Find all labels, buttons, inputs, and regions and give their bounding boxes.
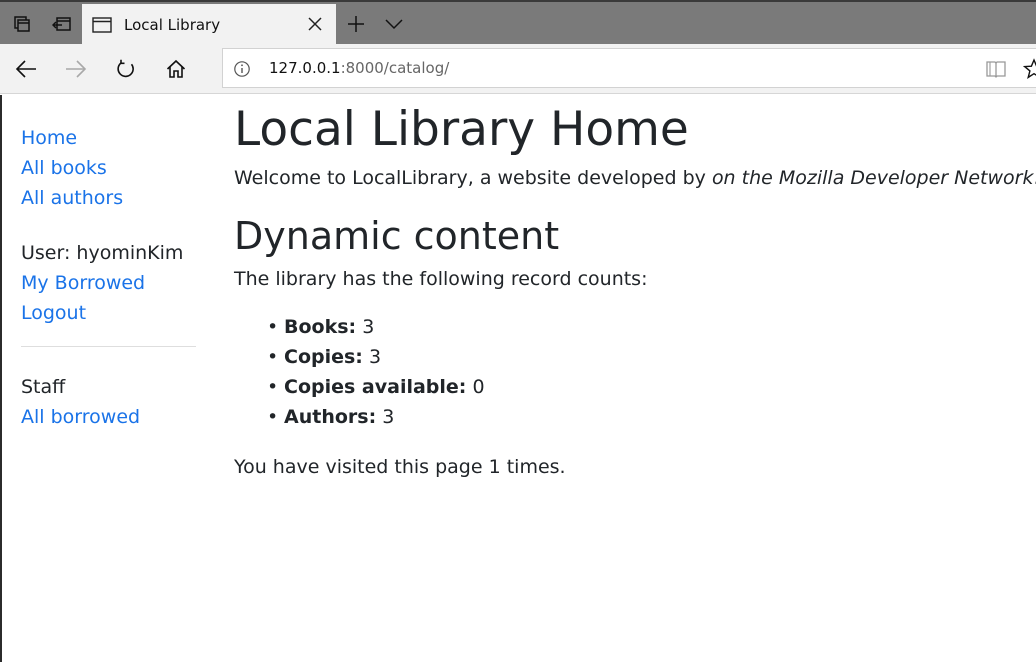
main-content: Local Library Home Welcome to LocalLibra…: [234, 95, 1036, 482]
list-item: • Authors: 3: [267, 402, 1034, 432]
staff-label: Staff: [21, 376, 66, 398]
chevron-down-icon[interactable]: [378, 4, 410, 44]
sidebar-link-my-borrowed[interactable]: My Borrowed: [21, 268, 197, 298]
visit-count-text: You have visited this page 1 times.: [234, 456, 566, 478]
window-border: [0, 95, 2, 662]
sidebar-link-all-borrowed[interactable]: All borrowed: [21, 402, 197, 432]
tab-title: Local Library: [124, 16, 221, 34]
bullet: •: [267, 346, 279, 368]
sidebar-divider: [21, 346, 196, 347]
count-value: 3: [382, 406, 395, 428]
count-label: Books:: [284, 316, 357, 338]
count-label: Authors:: [284, 406, 377, 428]
welcome-prefix: Welcome to LocalLibrary, a website devel…: [234, 167, 712, 189]
user-label: User: hyominKim: [21, 242, 184, 264]
bullet: •: [267, 376, 279, 398]
page-icon: [92, 17, 112, 33]
bullet: •: [267, 316, 279, 338]
list-item: • Books: 3: [267, 312, 1034, 342]
sidebar-link-all-books[interactable]: All books: [21, 153, 197, 183]
info-icon[interactable]: [233, 60, 251, 78]
url-path: :8000/catalog/: [340, 59, 450, 77]
page-content: Home All books All authors User: hyominK…: [0, 95, 1036, 662]
welcome-text: Welcome to LocalLibrary, a website devel…: [234, 163, 1036, 193]
welcome-emphasis: on the Mozilla Developer Network: [711, 167, 1034, 189]
home-icon[interactable]: [156, 49, 196, 89]
record-counts-list: • Books: 3 • Copies: 3 • Copies available: …: [267, 312, 1034, 432]
sidebar-link-all-authors[interactable]: All authors: [21, 183, 197, 213]
count-label: Copies available:: [284, 376, 467, 398]
url-host: 127.0.0.1: [269, 59, 341, 77]
sidebar-nav: Home All books All authors User: hyominK…: [21, 123, 197, 432]
address-bar[interactable]: 127.0.0.1:8000/catalog/: [222, 48, 1036, 88]
url-text[interactable]: 127.0.0.1:8000/catalog/: [269, 59, 449, 77]
count-value: 0: [472, 376, 485, 398]
arrow-right-icon[interactable]: [56, 49, 96, 89]
bullet: •: [267, 406, 279, 428]
close-icon[interactable]: [306, 15, 324, 33]
arrow-left-icon[interactable]: [6, 49, 46, 89]
tab-local-library[interactable]: Local Library: [82, 4, 336, 46]
navigation-toolbar: 127.0.0.1:8000/catalog/: [0, 44, 1036, 94]
page-title: Local Library Home: [234, 102, 689, 157]
tab-actions-icon[interactable]: [2, 4, 42, 44]
star-icon[interactable]: [1022, 58, 1036, 80]
set-aside-tabs-icon[interactable]: [42, 4, 82, 44]
refresh-icon[interactable]: [106, 49, 146, 89]
section-heading: Dynamic content: [234, 214, 560, 258]
count-value: 3: [362, 316, 375, 338]
list-item: • Copies available: 0: [267, 372, 1034, 402]
count-label: Copies:: [284, 346, 363, 368]
sidebar-link-home[interactable]: Home: [21, 123, 197, 153]
list-item: • Copies: 3: [267, 342, 1034, 372]
plus-icon[interactable]: [340, 4, 372, 44]
book-icon[interactable]: [985, 59, 1007, 79]
count-value: 3: [368, 346, 382, 368]
tab-strip: Local Library: [0, 0, 1036, 46]
counts-intro: The library has the following record cou…: [234, 268, 648, 290]
sidebar-link-logout[interactable]: Logout: [21, 298, 197, 328]
